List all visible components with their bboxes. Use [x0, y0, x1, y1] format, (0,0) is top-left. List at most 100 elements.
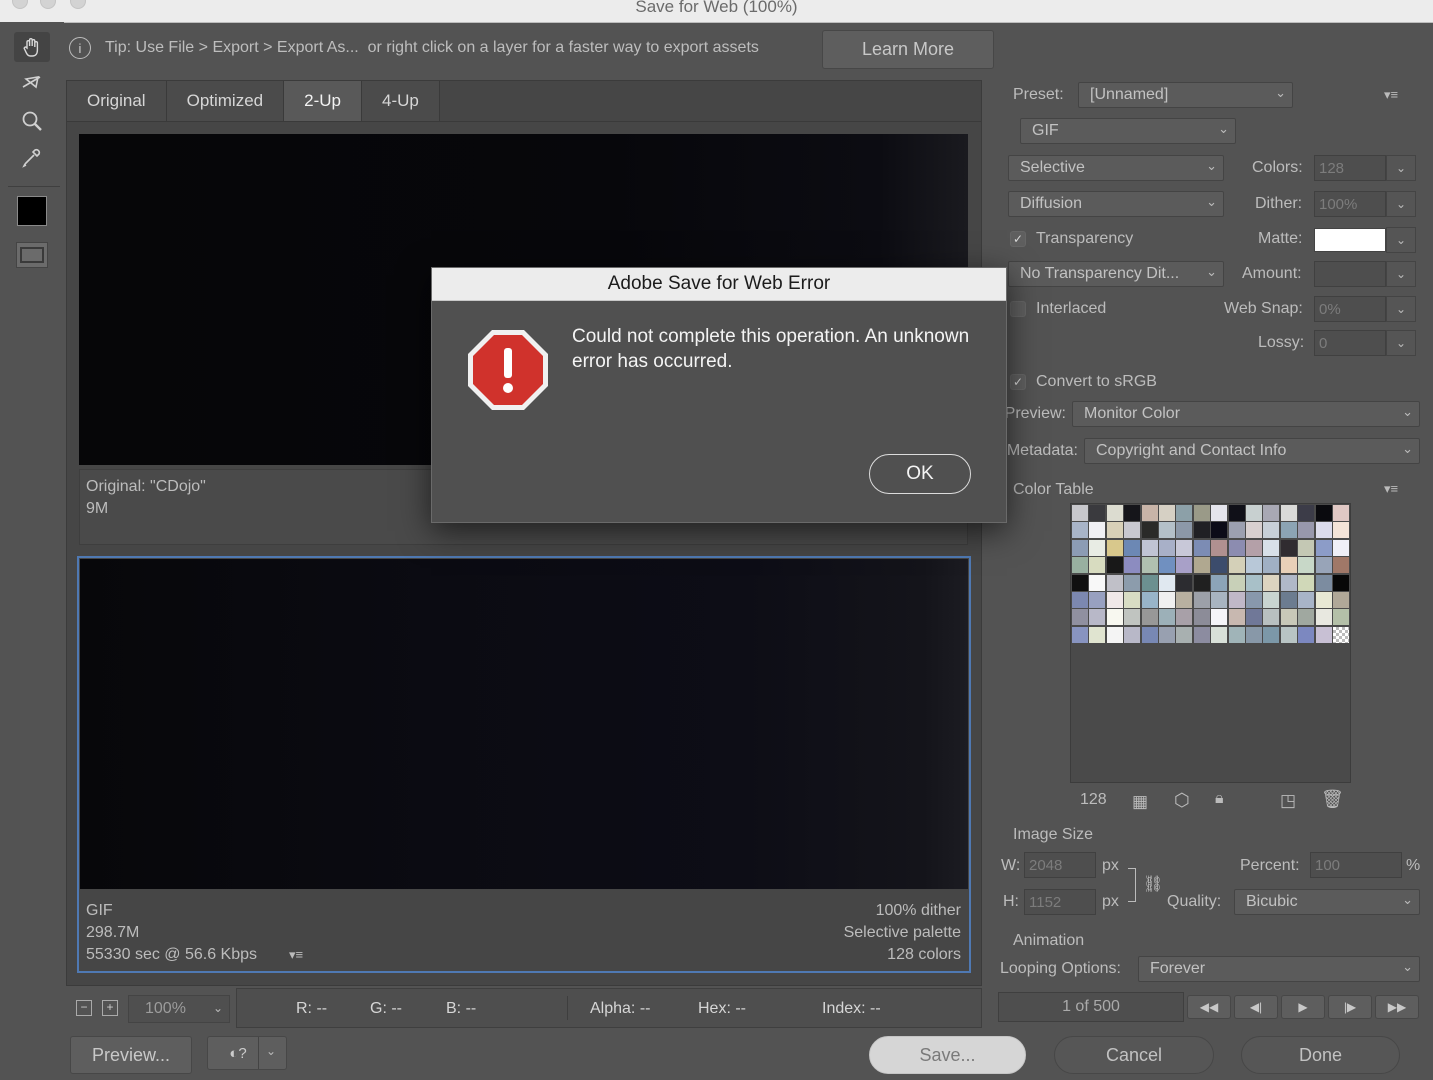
color-swatch[interactable] — [1280, 557, 1297, 574]
color-swatch[interactable] — [1193, 505, 1210, 521]
color-swatch[interactable] — [1124, 626, 1141, 643]
zoom-level-field[interactable]: 100% ⌄ — [128, 995, 230, 1023]
color-swatch[interactable] — [1159, 539, 1175, 556]
color-swatch[interactable] — [1211, 522, 1228, 539]
save-button[interactable]: Save... — [869, 1036, 1026, 1074]
color-swatch[interactable] — [1298, 557, 1315, 574]
eyedropper-tool-icon[interactable] — [14, 142, 50, 172]
color-swatch[interactable] — [1211, 574, 1228, 591]
preset-select[interactable]: [Unnamed] ⌄ — [1078, 82, 1293, 108]
color-swatch[interactable] — [1106, 609, 1123, 626]
color-swatch[interactable] — [1106, 574, 1123, 591]
convert-srgb-checkbox[interactable]: ✓ — [1010, 374, 1026, 390]
last-frame-button[interactable]: ▶▶ — [1375, 995, 1419, 1019]
color-swatch[interactable] — [1315, 609, 1332, 626]
browser-preview-button[interactable]: ◐? ⌄ — [207, 1036, 287, 1070]
color-swatch[interactable] — [1159, 557, 1175, 574]
tab-4-up[interactable]: 4-Up — [361, 81, 440, 121]
preset-menu-icon[interactable]: ▾≡ — [1384, 87, 1398, 103]
color-swatch[interactable] — [1176, 574, 1193, 591]
color-swatch[interactable] — [1333, 539, 1349, 556]
color-swatch[interactable] — [1263, 609, 1280, 626]
color-swatch[interactable] — [1315, 557, 1332, 574]
color-swatch[interactable] — [1211, 557, 1228, 574]
zoom-tool-icon[interactable] — [14, 106, 50, 136]
color-swatch[interactable] — [1280, 505, 1297, 521]
color-swatch[interactable] — [1089, 539, 1106, 556]
color-swatch[interactable] — [1315, 505, 1332, 521]
amount-field[interactable] — [1314, 261, 1386, 287]
color-swatch[interactable] — [1246, 505, 1262, 521]
color-swatch[interactable] — [1228, 557, 1245, 574]
eyedropper-color-swatch[interactable] — [14, 196, 50, 226]
quality-select[interactable]: Bicubic ⌄ — [1234, 889, 1420, 915]
color-table[interactable] — [1070, 503, 1351, 783]
color-swatch[interactable] — [1298, 574, 1315, 591]
color-swatch[interactable] — [1124, 609, 1141, 626]
color-swatch[interactable] — [1263, 557, 1280, 574]
color-swatch[interactable] — [1089, 574, 1106, 591]
color-swatch[interactable] — [1106, 626, 1123, 643]
dither-field[interactable]: 100% — [1314, 191, 1386, 217]
color-swatch[interactable] — [1228, 522, 1245, 539]
color-swatch[interactable] — [1228, 574, 1245, 591]
color-swatch[interactable] — [1089, 557, 1106, 574]
color-swatch[interactable] — [1072, 539, 1088, 556]
format-select[interactable]: GIF ⌄ — [1020, 118, 1236, 144]
color-swatch[interactable] — [1280, 539, 1297, 556]
color-swatch[interactable] — [1193, 626, 1210, 643]
color-swatch[interactable] — [1176, 505, 1193, 521]
dither-chevron-icon[interactable]: ⌄ — [1386, 191, 1416, 217]
previous-frame-button[interactable]: ◀| — [1234, 995, 1278, 1019]
color-swatch[interactable] — [1298, 609, 1315, 626]
color-swatch[interactable] — [1263, 539, 1280, 556]
color-swatch[interactable] — [1315, 539, 1332, 556]
color-swatch[interactable] — [1246, 592, 1262, 608]
color-swatch[interactable] — [1228, 609, 1245, 626]
cube-icon[interactable]: ⬡ — [1174, 790, 1190, 811]
color-swatch[interactable] — [1298, 522, 1315, 539]
trash-icon[interactable]: 🗑︎ — [1321, 789, 1344, 810]
color-swatch[interactable] — [1072, 557, 1088, 574]
color-swatch[interactable] — [1072, 574, 1088, 591]
color-swatch[interactable] — [1228, 626, 1245, 643]
color-swatch[interactable] — [1072, 522, 1088, 539]
color-swatch[interactable] — [1333, 626, 1349, 643]
download-time-menu-icon[interactable]: ▾≡ — [289, 947, 303, 963]
color-swatch[interactable] — [1315, 574, 1332, 591]
color-swatch[interactable] — [1298, 626, 1315, 643]
color-swatch[interactable] — [1193, 539, 1210, 556]
color-swatch[interactable] — [1333, 574, 1349, 591]
height-field[interactable]: 1152 — [1024, 889, 1096, 915]
color-swatch[interactable] — [1280, 522, 1297, 539]
color-swatch[interactable] — [1159, 522, 1175, 539]
matte-chevron-icon[interactable]: ⌄ — [1386, 227, 1416, 253]
color-swatch[interactable] — [1315, 626, 1332, 643]
color-swatch[interactable] — [1176, 609, 1193, 626]
dither-algorithm-select[interactable]: Diffusion ⌄ — [1008, 191, 1224, 217]
ok-button[interactable]: OK — [869, 454, 971, 494]
color-swatch[interactable] — [1263, 626, 1280, 643]
color-swatch[interactable] — [1193, 522, 1210, 539]
color-swatch[interactable] — [1246, 609, 1262, 626]
color-swatch[interactable] — [1072, 592, 1088, 608]
width-field[interactable]: 2048 — [1024, 852, 1096, 878]
color-swatch[interactable] — [1141, 557, 1158, 574]
web-shift-icon[interactable]: ▦ — [1132, 792, 1148, 812]
color-swatch[interactable] — [1333, 609, 1349, 626]
color-swatch[interactable] — [1106, 505, 1123, 521]
color-swatch[interactable] — [1124, 557, 1141, 574]
preview-button[interactable]: Preview... — [70, 1036, 192, 1074]
color-swatch[interactable] — [1228, 505, 1245, 521]
color-swatch[interactable] — [1176, 522, 1193, 539]
zoom-out-button[interactable]: − — [76, 1000, 92, 1016]
color-swatch[interactable] — [1228, 539, 1245, 556]
color-swatch[interactable] — [1246, 574, 1262, 591]
color-swatch[interactable] — [1176, 539, 1193, 556]
done-button[interactable]: Done — [1241, 1036, 1400, 1074]
color-swatch[interactable] — [1228, 592, 1245, 608]
color-swatch[interactable] — [1193, 557, 1210, 574]
color-swatch[interactable] — [1263, 592, 1280, 608]
play-button[interactable]: ▶ — [1281, 995, 1325, 1019]
color-swatch[interactable] — [1141, 626, 1158, 643]
